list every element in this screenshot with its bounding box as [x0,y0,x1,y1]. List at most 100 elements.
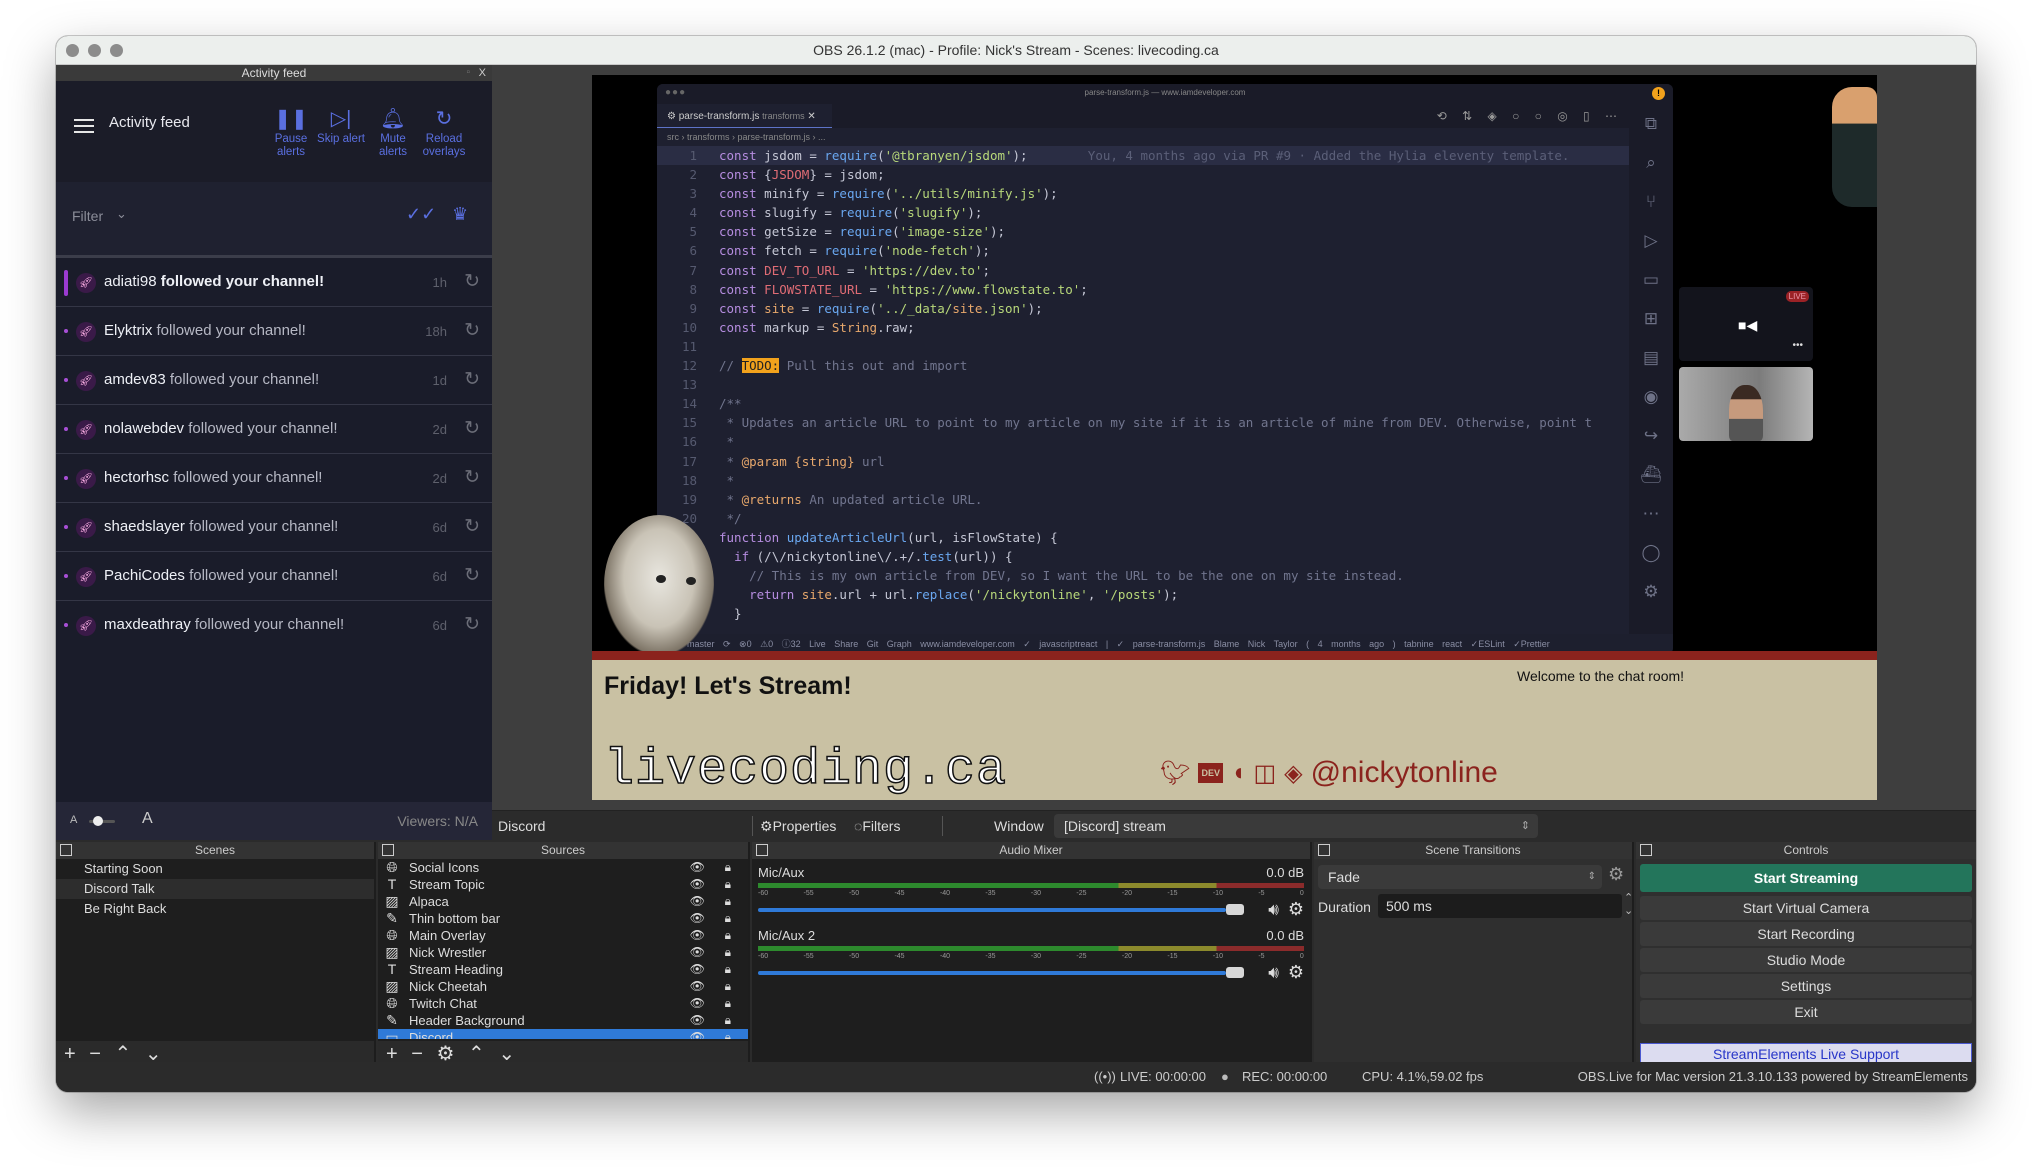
reload-overlays-label: Reload overlays [422,133,466,158]
lock-icon[interactable]: 🔒︎ [725,893,731,910]
source-item[interactable]: T Stream Topic 👁︎ 🔒︎ [378,876,748,893]
lock-icon[interactable]: 🔒︎ [725,910,731,927]
font-size-small-label: A [70,814,78,826]
source-item[interactable]: 🌐︎ Main Overlay 👁︎ 🔒︎ [378,927,748,944]
undock-icon[interactable] [382,844,394,856]
source-item[interactable]: ▨ Nick Cheetah 👁︎ 🔒︎ [378,978,748,995]
mute-speaker-icon[interactable]: 🔊︎ [1268,900,1279,920]
window-select[interactable]: [Discord] stream ⇕ [1054,814,1538,838]
lock-icon[interactable]: 🔒︎ [725,1029,731,1039]
activity-time: 6d [432,520,447,535]
volume-fader-handle[interactable] [1226,967,1244,978]
scene-item[interactable]: Be Right Back [56,899,374,919]
undock-icon[interactable] [756,844,768,856]
pause-alerts-button[interactable]: ❚❚ Pause alerts [264,107,318,159]
activity-item[interactable]: 🚀︎ nolawebdev followed your channel! 2d … [56,405,492,454]
lock-icon[interactable]: 🔒︎ [725,995,731,1012]
scene-item[interactable]: Starting Soon [56,859,374,879]
visibility-eye-icon[interactable]: 👁︎ [690,859,705,876]
volume-fader[interactable] [758,971,1226,975]
replay-icon[interactable]: ↻ [464,564,480,587]
start-virtual-camera-button[interactable]: Start Virtual Camera [1640,896,1972,920]
mute-alerts-button[interactable]: 🔔︎ Mute alerts [366,107,420,159]
close-window-button[interactable] [66,44,79,57]
chat-welcome: Welcome to the chat room! [1517,668,1685,684]
visibility-eye-icon[interactable]: 👁︎ [690,961,705,978]
source-item[interactable]: ▭ Discord 👁︎ 🔒︎ [378,1029,748,1039]
duration-stepper[interactable]: ⌃ ⌄ [1624,892,1633,918]
activity-item[interactable]: 🚀︎ hectorhsc followed your channel! 2d ↻ [56,454,492,503]
undock-icon[interactable] [1318,844,1330,856]
activity-item[interactable]: 🚀︎ maxdeathray followed your channel! 6d… [56,601,492,650]
replay-icon[interactable]: ↻ [464,319,480,342]
exit-button[interactable]: Exit [1640,1000,1972,1024]
replay-icon[interactable]: ↻ [464,368,480,391]
replay-icon[interactable]: ↻ [464,270,480,293]
source-item[interactable]: ✎ Thin bottom bar 👁︎ 🔒︎ [378,910,748,927]
lock-icon[interactable]: 🔒︎ [725,876,731,893]
minimize-window-button[interactable] [88,44,101,57]
start-streaming-button[interactable]: Start Streaming [1640,864,1972,892]
settings-button[interactable]: Settings [1640,974,1972,998]
channel-settings-icon[interactable]: ⚙ [1288,962,1304,983]
mute-speaker-icon[interactable]: 🔊︎ [1268,963,1279,983]
visibility-eye-icon[interactable]: 👁︎ [690,927,705,944]
transition-select[interactable]: Fade ⇕ [1318,865,1602,889]
lock-icon[interactable]: 🔒︎ [725,944,731,961]
lock-icon[interactable]: 🔒︎ [725,1012,731,1029]
source-item[interactable]: ✎ Header Background 👁︎ 🔒︎ [378,1012,748,1029]
activity-item[interactable]: 🚀︎ PachiCodes followed your channel! 6d … [56,552,492,601]
visibility-eye-icon[interactable]: 👁︎ [690,1029,705,1039]
chevron-down-icon[interactable]: ⌄ [116,206,127,222]
visibility-eye-icon[interactable]: 👁︎ [690,944,705,961]
activity-item[interactable]: 🚀︎ adiati98 followed your channel! 1h ↻ [56,258,492,307]
source-item[interactable]: 🌐︎ Twitch Chat 👁︎ 🔒︎ [378,995,748,1012]
replay-icon[interactable]: ↻ [464,417,480,440]
undock-icon[interactable] [1640,844,1652,856]
lock-icon[interactable]: 🔒︎ [725,859,731,876]
unread-indicator [64,378,68,382]
replay-icon[interactable]: ↻ [464,613,480,636]
volume-fader[interactable] [758,908,1226,912]
undock-icon[interactable] [60,844,72,856]
reload-overlays-button[interactable]: ↻ Reload overlays [417,107,471,159]
transition-settings-icon[interactable]: ⚙ [1608,864,1624,885]
activity-item[interactable]: 🚀︎ shaedslayer followed your channel! 6d… [56,503,492,552]
lock-icon[interactable]: 🔒︎ [725,961,731,978]
visibility-eye-icon[interactable]: 👁︎ [690,876,705,893]
visibility-eye-icon[interactable]: 👁︎ [690,978,705,995]
volume-fader-handle[interactable] [1226,904,1244,915]
replay-icon[interactable]: ↻ [464,466,480,489]
visibility-eye-icon[interactable]: 👁︎ [690,893,705,910]
close-dock-button[interactable]: X [479,65,486,81]
code-area: 1 const jsdom = require('@tbranyen/jsdom'… [657,146,1629,634]
source-item[interactable]: T Stream Heading 👁︎ 🔒︎ [378,961,748,978]
hamburger-menu-icon[interactable] [74,119,94,133]
source-item[interactable]: ▨ Alpaca 👁︎ 🔒︎ [378,893,748,910]
filters-button[interactable]: ◌Filters [854,818,900,834]
float-dock-icon[interactable]: ▫ [466,65,470,81]
activity-item[interactable]: 🚀︎ amdev83 followed your channel! 1d ↻ [56,356,492,405]
visibility-eye-icon[interactable]: 👁︎ [690,910,705,927]
zoom-window-button[interactable] [110,44,123,57]
properties-button[interactable]: ⚙Properties [760,818,836,835]
channel-settings-icon[interactable]: ⚙ [1288,899,1304,920]
mark-all-read-icon[interactable]: ✓✓ [406,204,436,225]
visibility-eye-icon[interactable]: 👁︎ [690,995,705,1012]
skip-alert-button[interactable]: ▷| Skip alert [314,107,368,146]
font-size-slider-handle[interactable] [93,816,103,826]
replay-icon[interactable]: ↻ [464,515,480,538]
filter-dropdown[interactable]: Filter [72,208,103,224]
duration-input[interactable]: 500 ms [1378,894,1622,918]
crown-icon[interactable]: ♛ [452,204,468,225]
lock-icon[interactable]: 🔒︎ [725,978,731,995]
source-item[interactable]: ▨ Nick Wrestler 👁︎ 🔒︎ [378,944,748,961]
scene-item[interactable]: Discord Talk [56,879,374,899]
studio-mode-button[interactable]: Studio Mode [1640,948,1972,972]
lock-icon[interactable]: 🔒︎ [725,927,731,944]
source-item[interactable]: 🌐︎ Social Icons 👁︎ 🔒︎ [378,859,748,876]
activity-item[interactable]: 🚀︎ Elyktrix followed your channel! 18h ↻ [56,307,492,356]
visibility-eye-icon[interactable]: 👁︎ [690,1012,705,1029]
program-preview-canvas[interactable]: ●●● parse-transform.js — www.iamdevelope… [592,75,1877,800]
start-recording-button[interactable]: Start Recording [1640,922,1972,946]
